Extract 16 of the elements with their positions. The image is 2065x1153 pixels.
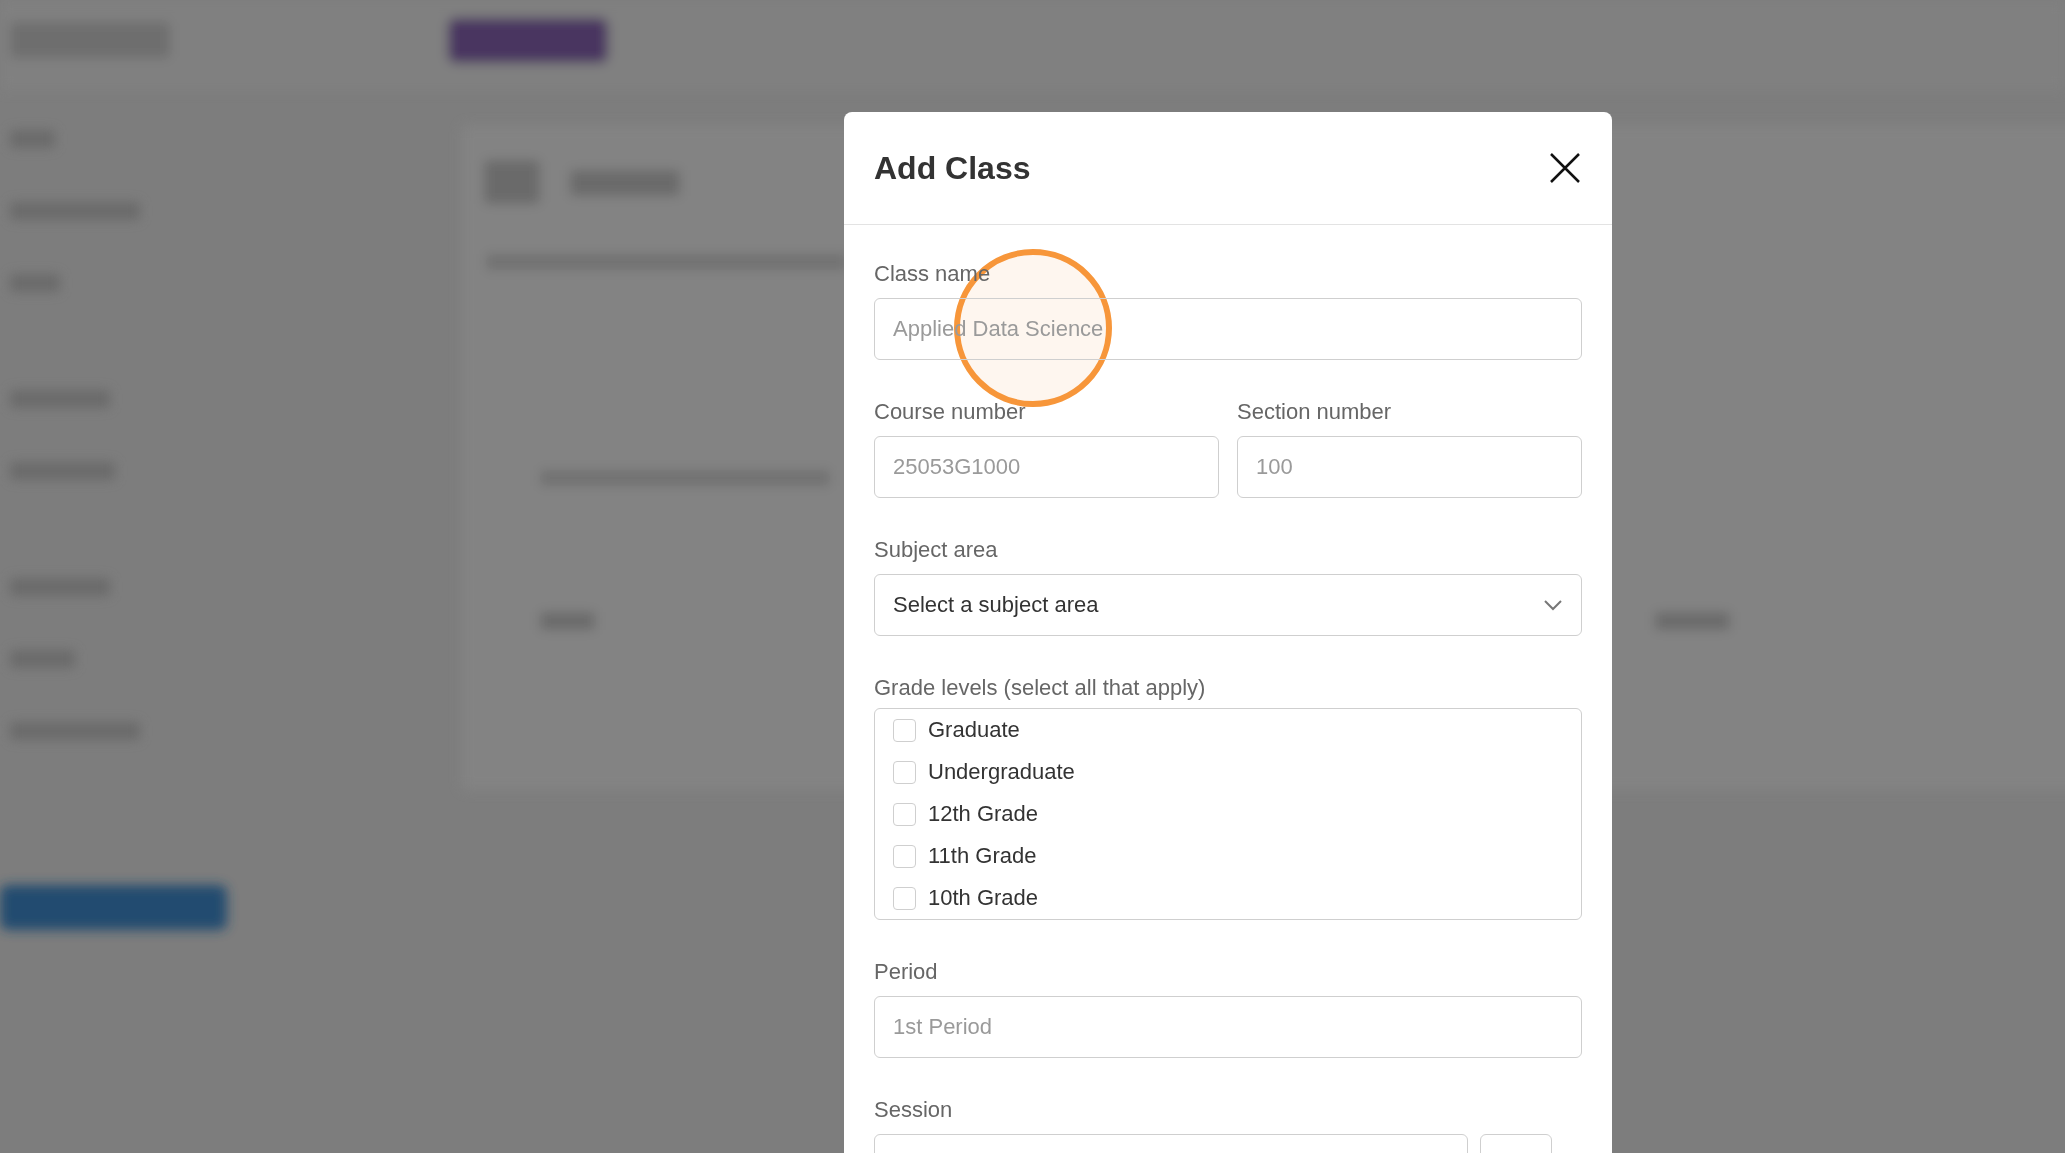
field-label: Grade levels (select all that apply) (874, 674, 1207, 702)
field-label: Subject area (874, 536, 999, 564)
field-label: Period (874, 958, 939, 986)
text-field[interactable]: 25053G1000 (874, 436, 1219, 498)
field-label: Section number (1237, 398, 1393, 426)
subject-dropdown[interactable]: Select a subject area (874, 574, 1582, 636)
text-field[interactable]: 100 (1237, 436, 1582, 498)
field-label: Session (874, 1096, 954, 1124)
dialog-title: Add Class (874, 149, 1031, 187)
text-field[interactable]: 1st Period (874, 996, 1582, 1058)
checkbox-label: 12th Grade (928, 801, 1039, 827)
checkbox-label: 10th Grade (928, 885, 1039, 911)
checkbox-label: 11th Grade (928, 843, 1037, 869)
field-label: Course number (874, 398, 1027, 426)
checkbox-label: Undergraduate (928, 759, 1075, 785)
checkbox-label: Graduate (928, 717, 1020, 743)
